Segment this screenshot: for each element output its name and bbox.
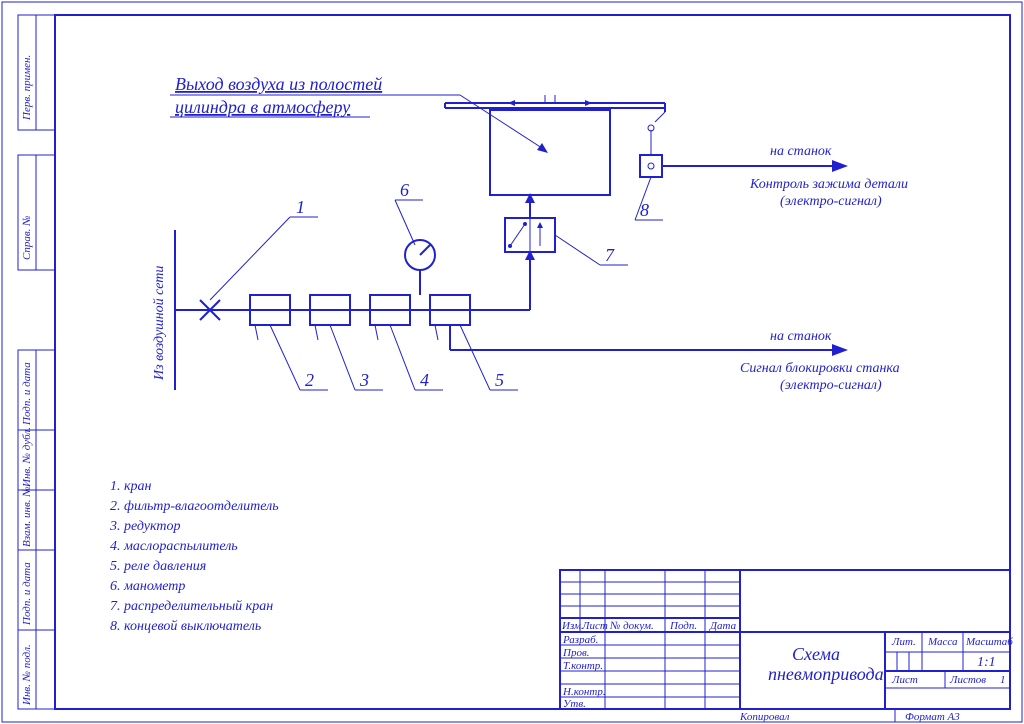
title-block: Изм. Лист № докум. Подп. Дата Разраб. Пр… [560, 570, 1013, 723]
tb-mashtab: Масштаб [965, 636, 1013, 648]
legend-4: 4. маслораспылитель [110, 539, 238, 554]
tb-list: Лист [581, 620, 608, 632]
tb-listov: Листов [949, 674, 986, 686]
tb-podp: Подп. [669, 620, 697, 632]
legend-1: 1. кран [110, 479, 152, 494]
legend-6: 6. манометр [110, 579, 185, 594]
sidebar-label-invpodl: Инв. № подл. [21, 644, 33, 706]
tb-izm: Изм. [561, 620, 584, 632]
tb-title2: пневмопривода [768, 664, 884, 684]
callout-6: 6 [400, 180, 409, 200]
legend: 1. кран 2. фильтр-влагоотделитель 3. ред… [109, 479, 279, 634]
tb-format: Формат А3 [905, 711, 960, 723]
sidebar-label-podp1: Подп. и дата [21, 362, 33, 426]
component-manometer-6 [405, 240, 435, 295]
output2-line2: (электро-сигнал) [780, 378, 882, 393]
component-cylinder [445, 95, 665, 195]
schematic: Из воздушной сети [109, 74, 908, 634]
sidebar-label-sprav: Справ. № [21, 216, 33, 260]
note-top-line1: Выход воздуха из полостей [175, 74, 382, 94]
sidebar-label-perv: Перв. примен. [21, 55, 33, 121]
tb-list2: Лист [891, 674, 918, 686]
callout-5: 5 [495, 370, 504, 390]
tb-utv: Утв. [563, 698, 586, 710]
output2-line1: Сигнал блокировки станка [740, 361, 900, 376]
legend-2: 2. фильтр-влагоотделитель [110, 499, 279, 514]
tb-prov: Пров. [562, 647, 589, 659]
sidebar-boxes: Перв. примен. Справ. № Подп. и дата Инв.… [18, 15, 55, 709]
inlet-label: Из воздушной сети [152, 266, 167, 381]
output1-dest: на станок [770, 144, 832, 159]
tb-massa: Масса [927, 636, 958, 648]
tb-ndoc: № докум. [609, 620, 654, 632]
tb-nkontr: Н.контр. [562, 686, 606, 698]
tb-tkontr: Т.контр. [563, 660, 603, 672]
component-limit-switch-8 [640, 125, 662, 177]
output1-line1: Контроль зажима детали [749, 177, 908, 192]
drawing-sheet: Перв. примен. Справ. № Подп. и дата Инв.… [0, 0, 1024, 724]
sidebar-label-invdubl: Инв. № дубл. [21, 427, 33, 488]
callout-2: 2 [305, 370, 314, 390]
note-top-line2: цилиндра в атмосферу [175, 97, 350, 117]
output1-line2: (электро-сигнал) [780, 194, 882, 209]
sidebar-label-vzam: Взам. инв. № [21, 486, 33, 547]
tb-razrab: Разраб. [562, 634, 598, 646]
callout-1: 1 [296, 197, 305, 217]
callout-4: 4 [420, 370, 429, 390]
legend-8: 8. концевой выключатель [110, 619, 261, 634]
callout-7: 7 [605, 245, 615, 265]
legend-3: 3. редуктор [109, 519, 180, 534]
sidebar-label-podp2: Подп. и дата [21, 562, 33, 626]
output2-dest: на станок [770, 329, 832, 344]
tb-data: Дата [709, 620, 737, 632]
legend-7: 7. распределительный кран [110, 599, 273, 614]
component-distributor-7 [505, 218, 555, 252]
tb-title1: Схема [792, 644, 840, 664]
callout-3: 3 [359, 370, 369, 390]
legend-5: 5. реле давления [110, 559, 206, 574]
tb-scale: 1:1 [977, 655, 996, 670]
tb-listov-val: 1 [1000, 674, 1006, 686]
tb-kopiroval: Копировал [739, 711, 790, 723]
callout-8: 8 [640, 200, 649, 220]
tb-lit: Лит. [891, 636, 916, 648]
